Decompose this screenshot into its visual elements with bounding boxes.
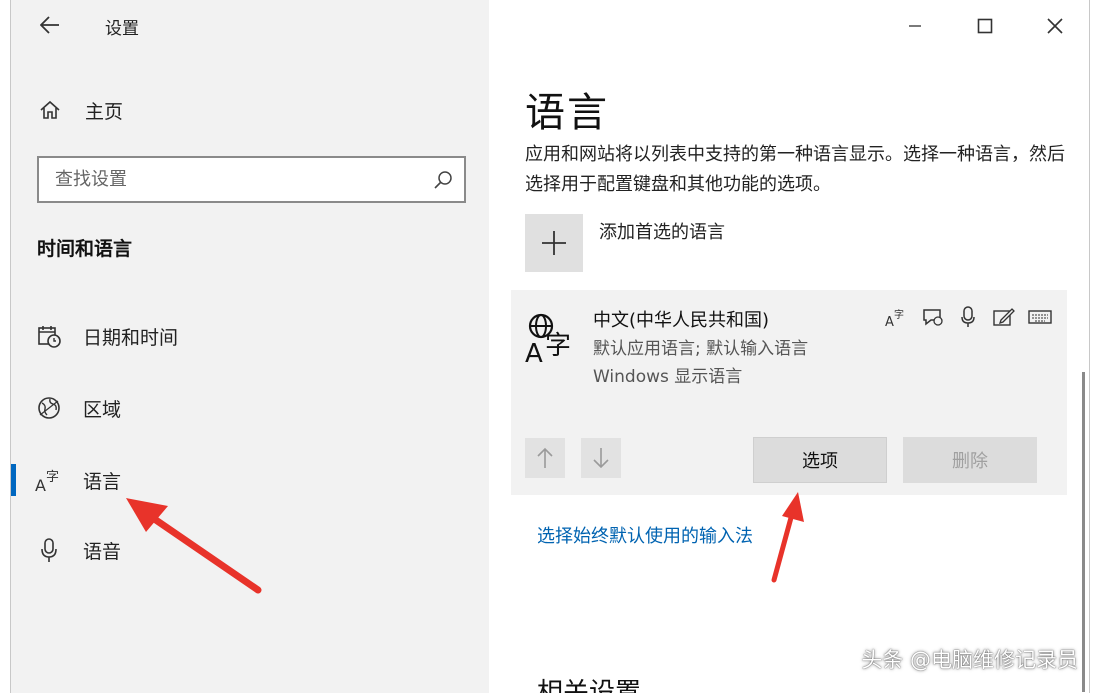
display-language-icon: A字 <box>883 306 909 328</box>
add-language-button[interactable]: 添加首选的语言 <box>525 214 725 272</box>
maximize-button[interactable] <box>955 6 1015 46</box>
minimize-icon <box>909 25 921 27</box>
handwriting-icon <box>991 306 1017 328</box>
move-up-button[interactable] <box>525 438 565 478</box>
default-input-method-link[interactable]: 选择始终默认使用的输入法 <box>537 522 753 548</box>
minimize-button[interactable] <box>885 6 945 46</box>
home-label: 主页 <box>85 100 124 123</box>
sidebar-item-label: 语言 <box>83 470 122 493</box>
sidebar-item-speech[interactable]: 语音 <box>11 526 489 574</box>
svg-text:字: 字 <box>545 331 571 361</box>
language-default-info: 默认应用语言; 默认输入语言 <box>593 339 809 359</box>
language-glyph-icon: A 字 <box>525 313 571 366</box>
svg-text:字: 字 <box>894 308 904 321</box>
arrow-up-icon <box>537 447 553 468</box>
app-title: 设置 <box>105 19 139 39</box>
add-language-label: 添加首选的语言 <box>599 222 725 243</box>
sidebar-item-region[interactable]: 区域 <box>11 384 489 432</box>
sidebar-item-label: 日期和时间 <box>83 326 179 349</box>
language-display-info: Windows 显示语言 <box>593 367 743 387</box>
active-indicator <box>11 464 16 496</box>
language-feature-icons: A字 <box>883 306 1053 328</box>
sidebar-item-language[interactable]: A字 语言 <box>11 456 489 504</box>
globe-icon <box>35 394 63 422</box>
page-description: 应用和网站将以列表中支持的第一种语言显示。选择一种语言，然后选择用于配置键盘和其… <box>525 144 1065 195</box>
calendar-clock-icon <box>35 322 63 350</box>
related-settings-heading: 相关设置 <box>537 678 642 693</box>
move-down-button[interactable] <box>581 438 621 478</box>
options-button[interactable]: 选项 <box>753 437 887 483</box>
close-button[interactable] <box>1025 6 1085 46</box>
sidebar: 设置 主页 时间和语言 日期和时间 区域 <box>11 0 489 693</box>
close-icon <box>1047 18 1063 34</box>
watermark: 头条 @电脑维修记录员 <box>861 648 1078 672</box>
section-heading: 时间和语言 <box>37 238 133 260</box>
svg-text:字: 字 <box>46 470 59 485</box>
search-input[interactable] <box>55 169 432 190</box>
microphone-icon <box>35 536 63 564</box>
sidebar-item-home[interactable]: 主页 <box>37 94 123 126</box>
delete-button[interactable]: 删除 <box>903 437 1037 483</box>
speech-icon <box>919 306 945 328</box>
scrollbar[interactable] <box>1082 372 1085 692</box>
sidebar-item-label: 区域 <box>83 398 122 421</box>
back-arrow-icon <box>40 16 59 34</box>
svg-text:A: A <box>525 339 543 366</box>
language-icon: A字 <box>35 466 63 494</box>
settings-window: 设置 主页 时间和语言 日期和时间 区域 <box>10 0 1090 693</box>
page-title: 语言 <box>525 90 609 136</box>
language-list-item[interactable]: A 字 中文(中华人民共和国) 默认应用语言; 默认输入语言 Windows 显… <box>511 290 1067 495</box>
home-icon <box>37 97 63 123</box>
back-button[interactable] <box>35 10 65 40</box>
keyboard-icon <box>1027 306 1053 328</box>
language-name: 中文(中华人民共和国) <box>593 310 770 331</box>
main-content: 语言 应用和网站将以列表中支持的第一种语言显示。选择一种语言，然后选择用于配置键… <box>489 0 1089 693</box>
svg-text:A: A <box>885 315 894 327</box>
plus-icon <box>525 214 583 272</box>
sidebar-item-date-time[interactable]: 日期和时间 <box>11 312 489 360</box>
search-icon[interactable] <box>432 169 454 191</box>
maximize-icon <box>977 18 993 34</box>
search-box[interactable] <box>37 156 466 203</box>
arrow-down-icon <box>593 448 609 469</box>
microphone-icon <box>955 306 981 328</box>
svg-text:A: A <box>35 476 46 493</box>
sidebar-item-label: 语音 <box>83 540 122 563</box>
